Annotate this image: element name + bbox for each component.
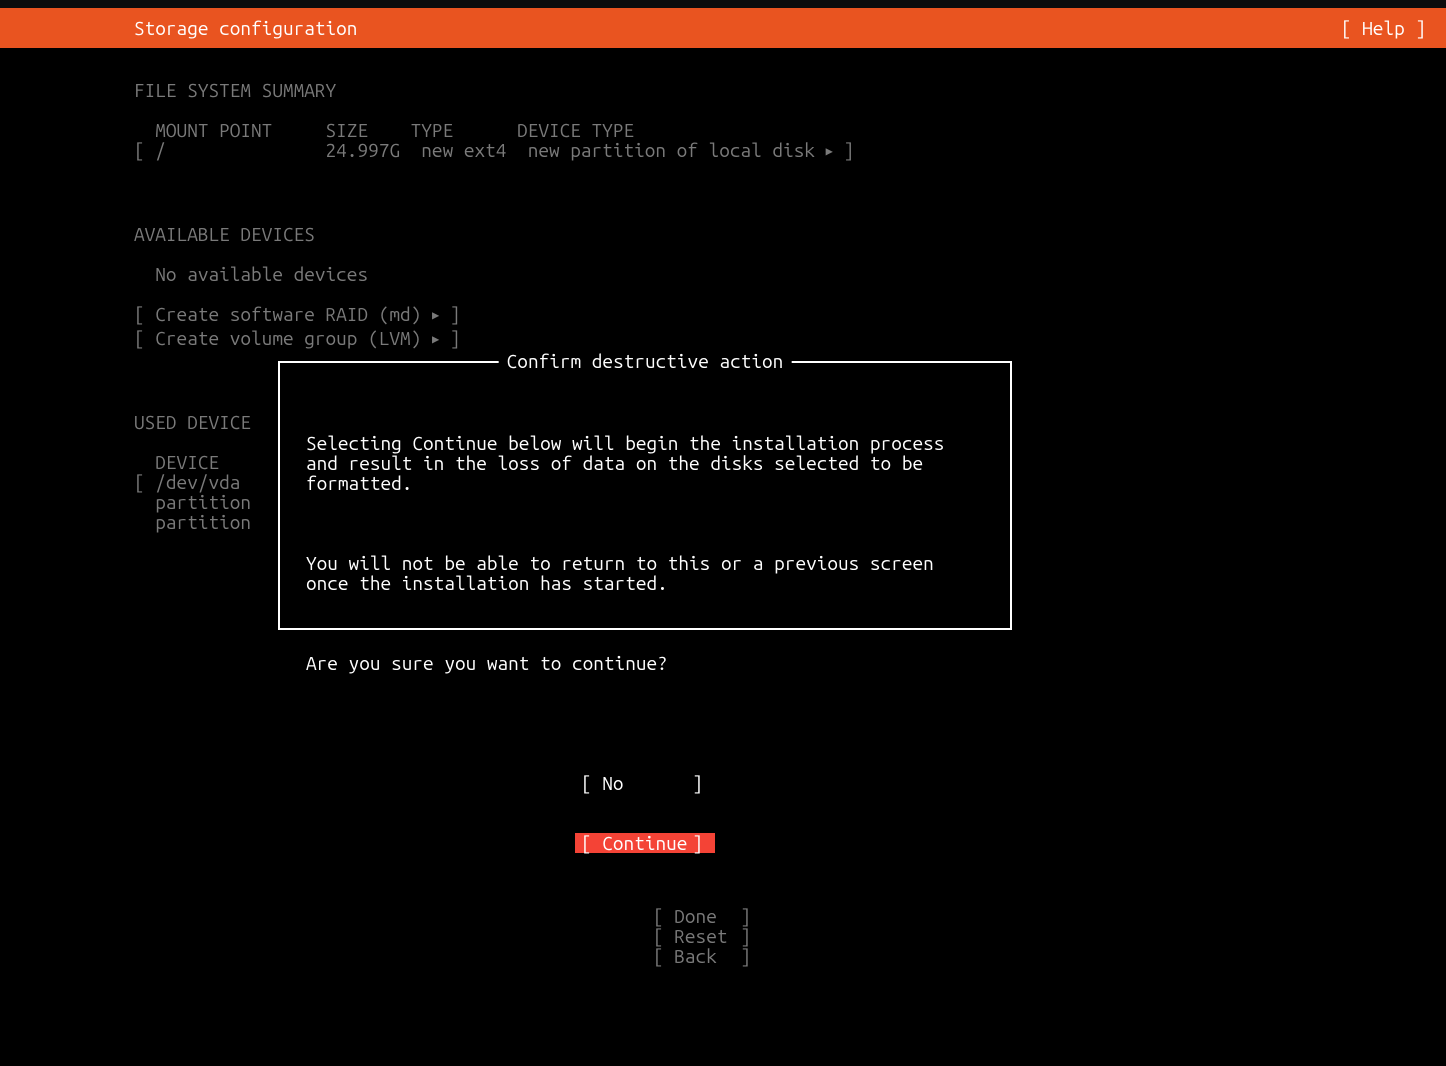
dialog-para3: Are you sure you want to continue?: [306, 653, 984, 673]
no-button[interactable]: [ No]: [575, 773, 715, 793]
create-lvm-label: Create volume group (LVM): [155, 327, 421, 349]
help-button[interactable]: [ Help ]: [1341, 18, 1426, 38]
back-button[interactable]: [ Back]: [653, 946, 793, 966]
col-type: TYPE: [411, 119, 454, 141]
chevron-right-icon: ▶: [432, 309, 439, 322]
title-bar: Storage configuration [ Help ]: [0, 8, 1446, 48]
continue-button[interactable]: [ Continue]: [575, 833, 715, 853]
dialog-title: Confirm destructive action: [499, 351, 792, 371]
used-col: DEVICE: [155, 451, 219, 473]
col-mount: MOUNT POINT: [155, 119, 272, 141]
fs-summary-section: FILE SYSTEM SUMMARY MOUNT POINT SIZE TYP…: [134, 80, 1446, 164]
dialog-para1: Selecting Continue below will begin the …: [306, 433, 984, 493]
col-devtype: DEVICE TYPE: [517, 119, 634, 141]
create-raid-button[interactable]: [ Create software RAID (md) ▶ ]: [134, 303, 460, 325]
page-title: Storage configuration: [134, 18, 357, 38]
dialog-body: Selecting Continue below will begin the …: [280, 363, 1010, 933]
fs-summary-heading: FILE SYSTEM SUMMARY: [134, 79, 336, 101]
col-size: SIZE: [326, 119, 369, 141]
fs-row-size: 24.997G: [326, 139, 400, 161]
partition-row: partition: [155, 491, 251, 513]
window-top-strip: [0, 0, 1446, 8]
fs-row-mount: /: [155, 139, 166, 161]
back-label: Back: [674, 946, 740, 966]
help-label: Help: [1362, 17, 1405, 39]
chevron-right-icon: ▶: [826, 145, 833, 158]
available-heading: AVAILABLE DEVICES: [134, 223, 315, 245]
chevron-right-icon: ▶: [432, 333, 439, 346]
continue-label: Continue: [602, 833, 692, 853]
used-device-name: /dev/vda: [155, 471, 240, 493]
confirm-dialog: Confirm destructive action Selecting Con…: [278, 361, 1012, 630]
create-raid-label: Create software RAID (md): [155, 303, 421, 325]
no-devices-label: No available devices: [155, 263, 368, 285]
used-device-row[interactable]: [ /dev/vda: [134, 471, 240, 493]
available-devices-section: AVAILABLE DEVICES No available devices […: [134, 224, 1446, 352]
fs-row-devtype: new partition of local disk: [528, 139, 815, 161]
used-heading: USED DEVICE: [134, 411, 251, 433]
fs-row[interactable]: [ / 24.997G new ext4 new partition of lo…: [134, 139, 854, 161]
dialog-buttons: [ No] [ Continue]: [306, 733, 984, 893]
create-lvm-button[interactable]: [ Create volume group (LVM) ▶ ]: [134, 327, 460, 349]
fs-row-type: new ext4: [421, 139, 506, 161]
dialog-para2: You will not be able to return to this o…: [306, 553, 984, 593]
partition-row: partition: [155, 511, 251, 533]
no-label: No: [602, 773, 692, 793]
